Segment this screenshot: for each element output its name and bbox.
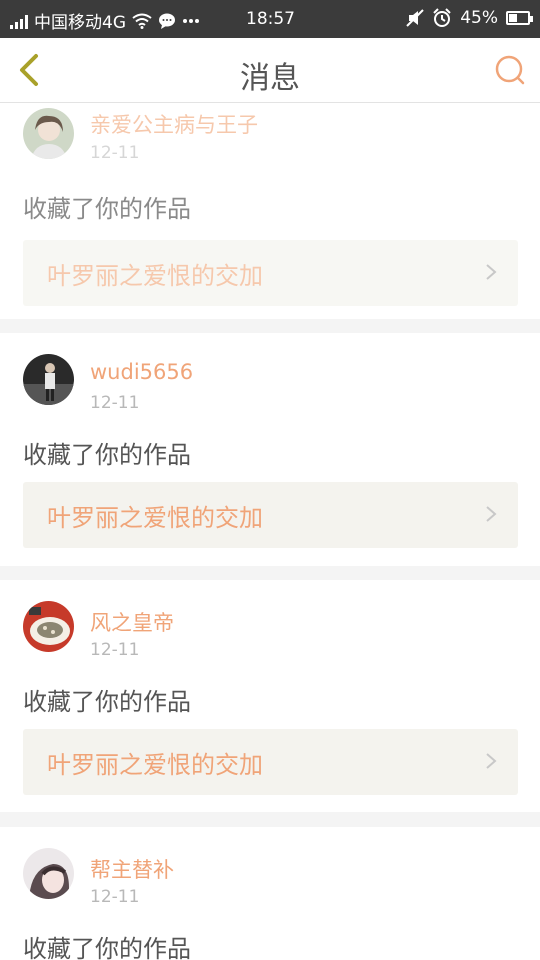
alarm-icon bbox=[433, 8, 451, 27]
message-list[interactable]: 亲爱公主病与王子 12-11 收藏了你的作品 叶罗丽之爱恨的交加 wudi565… bbox=[0, 103, 540, 960]
mute-icon bbox=[406, 9, 424, 27]
username[interactable]: 帮主替补 bbox=[90, 854, 174, 884]
avatar[interactable] bbox=[23, 108, 74, 159]
battery-percent: 45% bbox=[460, 8, 498, 28]
timestamp: 12-11 bbox=[90, 640, 140, 660]
page-title: 消息 bbox=[240, 61, 300, 96]
username[interactable]: 亲爱公主病与王子 bbox=[90, 109, 258, 139]
status-bar: 中国移动4G 18:57 45% bbox=[0, 0, 540, 38]
list-item: 帮主替补 12-11 收藏了你的作品 bbox=[0, 827, 540, 960]
chevron-right-icon bbox=[486, 264, 497, 280]
list-item: 风之皇帝 12-11 收藏了你的作品 叶罗丽之爱恨的交加 bbox=[0, 580, 540, 812]
timestamp: 12-11 bbox=[90, 143, 140, 163]
action-text: 收藏了你的作品 bbox=[23, 688, 191, 716]
message-icon bbox=[159, 13, 175, 29]
chevron-right-icon bbox=[486, 753, 497, 769]
username[interactable]: wudi5656 bbox=[90, 360, 193, 384]
status-right: 45% bbox=[406, 8, 533, 28]
timestamp: 12-11 bbox=[90, 887, 140, 907]
chevron-right-icon bbox=[486, 506, 497, 522]
list-item: wudi5656 12-11 收藏了你的作品 叶罗丽之爱恨的交加 bbox=[0, 333, 540, 566]
action-text: 收藏了你的作品 bbox=[23, 935, 191, 960]
action-text: 收藏了你的作品 bbox=[23, 441, 191, 469]
wifi-icon bbox=[132, 13, 152, 29]
search-icon[interactable] bbox=[494, 54, 526, 86]
work-title: 叶罗丽之爱恨的交加 bbox=[47, 504, 263, 532]
avatar[interactable] bbox=[23, 601, 74, 652]
username[interactable]: 风之皇帝 bbox=[90, 607, 174, 637]
status-left: 中国移动4G bbox=[10, 8, 200, 33]
avatar[interactable] bbox=[23, 354, 74, 405]
nav-header: 消息 bbox=[0, 38, 540, 103]
work-link[interactable]: 叶罗丽之爱恨的交加 bbox=[23, 729, 518, 795]
carrier-label: 中国移动4G bbox=[34, 13, 126, 33]
timestamp: 12-11 bbox=[90, 393, 140, 413]
battery-icon bbox=[506, 11, 533, 25]
list-item: 亲爱公主病与王子 12-11 收藏了你的作品 叶罗丽之爱恨的交加 bbox=[0, 103, 540, 319]
work-link[interactable]: 叶罗丽之爱恨的交加 bbox=[23, 240, 518, 306]
work-title: 叶罗丽之爱恨的交加 bbox=[47, 751, 263, 779]
signal-icon bbox=[10, 13, 28, 29]
work-link[interactable]: 叶罗丽之爱恨的交加 bbox=[23, 482, 518, 548]
action-text: 收藏了你的作品 bbox=[23, 195, 191, 223]
more-dots-icon bbox=[183, 18, 199, 23]
work-title: 叶罗丽之爱恨的交加 bbox=[47, 262, 263, 290]
avatar[interactable] bbox=[23, 848, 74, 899]
status-time: 18:57 bbox=[246, 9, 295, 29]
